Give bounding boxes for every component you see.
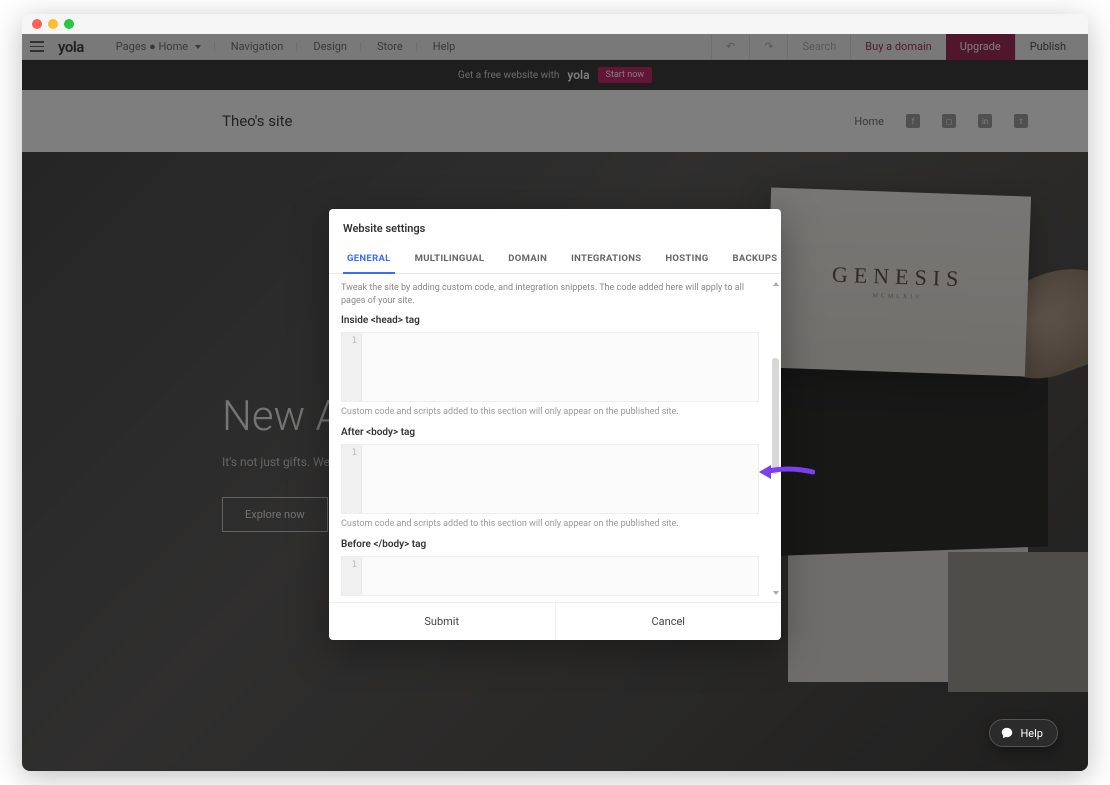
field-before-body-label: Before </body> tag xyxy=(341,539,759,550)
tab-multilingual[interactable]: MULTILINGUAL xyxy=(403,245,497,273)
redo-button[interactable]: ↷ xyxy=(750,34,788,60)
pages-dropdown[interactable]: Pages ● Home xyxy=(102,40,215,53)
promo-text: Get a free website with xyxy=(458,70,559,81)
upgrade-button[interactable]: Upgrade xyxy=(946,34,1015,60)
tab-domain[interactable]: DOMAIN xyxy=(496,245,559,273)
line-gutter: 1 xyxy=(342,557,362,595)
tab-general[interactable]: GENERAL xyxy=(335,245,403,273)
tab-integrations[interactable]: INTEGRATIONS xyxy=(559,245,653,273)
mac-minimize-icon[interactable] xyxy=(48,19,58,29)
help-label: Help xyxy=(1020,727,1043,740)
app-topbar: yola Pages ● Home Navigation Design Stor… xyxy=(22,34,1088,60)
field-head-label: Inside <head> tag xyxy=(341,315,759,326)
after-body-code-editor[interactable]: 1 xyxy=(341,444,759,514)
mac-titlebar xyxy=(22,14,1088,34)
before-body-code-editor[interactable]: 1 xyxy=(341,556,759,596)
top-nav: Pages ● Home Navigation Design Store Hel… xyxy=(102,40,470,53)
site-title: Theo's site xyxy=(222,112,292,130)
nav-store[interactable]: Store xyxy=(363,40,417,53)
mac-close-icon[interactable] xyxy=(32,19,42,29)
search-label[interactable]: Search xyxy=(788,34,851,60)
modal-body: Tweak the site by adding custom code, an… xyxy=(329,274,781,602)
nav-help[interactable]: Help xyxy=(419,40,470,53)
scroll-down-icon[interactable] xyxy=(772,589,779,596)
head-code-editor[interactable]: 1 xyxy=(341,332,759,402)
field-after-body: After <body> tag 1 Custom code and scrip… xyxy=(341,427,759,529)
tab-backups[interactable]: BACKUPS xyxy=(720,245,789,273)
hero-cta-button[interactable]: Explore now xyxy=(222,497,328,532)
head-hint: Custom code and scripts added to this se… xyxy=(341,407,759,417)
before-body-code-area[interactable] xyxy=(362,557,758,595)
field-after-body-label: After <body> tag xyxy=(341,427,759,438)
book-subtitle: MCMLXIV xyxy=(872,293,922,301)
promo-logo: yola xyxy=(567,68,589,82)
undo-button[interactable]: ↶ xyxy=(711,34,750,60)
pages-label: Pages xyxy=(116,40,147,53)
field-before-body: Before </body> tag 1 xyxy=(341,539,759,596)
nav-navigation[interactable]: Navigation xyxy=(217,40,298,53)
submit-button[interactable]: Submit xyxy=(329,603,555,640)
tab-hosting[interactable]: HOSTING xyxy=(653,245,720,273)
help-widget[interactable]: Help xyxy=(989,719,1058,747)
scroll-thumb[interactable] xyxy=(772,358,779,474)
app-window: yola Pages ● Home Navigation Design Stor… xyxy=(22,14,1088,771)
modal-footer: Submit Cancel xyxy=(329,602,781,640)
buy-domain-link[interactable]: Buy a domain xyxy=(851,34,945,60)
book-title: GENESIS xyxy=(832,262,965,293)
line-gutter: 1 xyxy=(342,445,362,513)
topbar-right: ↶ ↷ Search Buy a domain Upgrade Publish xyxy=(711,34,1080,60)
modal-intro-hint: Tweak the site by adding custom code, an… xyxy=(341,282,759,307)
promo-bar: Get a free website with yola Start now xyxy=(22,60,1088,90)
annotation-arrow-icon xyxy=(757,462,815,482)
website-settings-modal: Website settings GENERAL MULTILINGUAL DO… xyxy=(329,209,781,640)
modal-scrollbar[interactable] xyxy=(772,280,779,596)
after-body-code-area[interactable] xyxy=(362,445,758,513)
brand-logo[interactable]: yola xyxy=(58,38,84,56)
instagram-icon[interactable]: ◻ xyxy=(942,114,956,128)
modal-title: Website settings xyxy=(329,209,781,245)
chat-icon xyxy=(1000,726,1014,740)
hero-book-cover: GENESIS MCMLXIV xyxy=(765,188,1031,377)
pages-current: Home xyxy=(158,40,188,53)
publish-button[interactable]: Publish xyxy=(1015,34,1080,60)
facebook-icon[interactable]: f xyxy=(906,114,920,128)
promo-start-button[interactable]: Start now xyxy=(598,67,653,83)
head-code-area[interactable] xyxy=(362,333,758,401)
modal-tabs: GENERAL MULTILINGUAL DOMAIN INTEGRATIONS… xyxy=(329,245,781,274)
scroll-up-icon[interactable] xyxy=(772,280,779,287)
field-head: Inside <head> tag 1 Custom code and scri… xyxy=(341,315,759,417)
caret-down-icon xyxy=(195,45,201,49)
menu-icon[interactable] xyxy=(30,38,48,56)
site-header: Theo's site Home f ◻ in t xyxy=(22,90,1088,152)
linkedin-icon[interactable]: in xyxy=(978,114,992,128)
hero-decor-box-grey xyxy=(948,552,1088,692)
mac-zoom-icon[interactable] xyxy=(64,19,74,29)
line-gutter: 1 xyxy=(342,333,362,401)
after-body-hint: Custom code and scripts added to this se… xyxy=(341,519,759,529)
nav-design[interactable]: Design xyxy=(299,40,361,53)
twitter-icon[interactable]: t xyxy=(1014,114,1028,128)
site-nav: Home f ◻ in t xyxy=(854,114,1028,128)
cancel-button[interactable]: Cancel xyxy=(555,603,782,640)
site-nav-home[interactable]: Home xyxy=(854,115,884,128)
